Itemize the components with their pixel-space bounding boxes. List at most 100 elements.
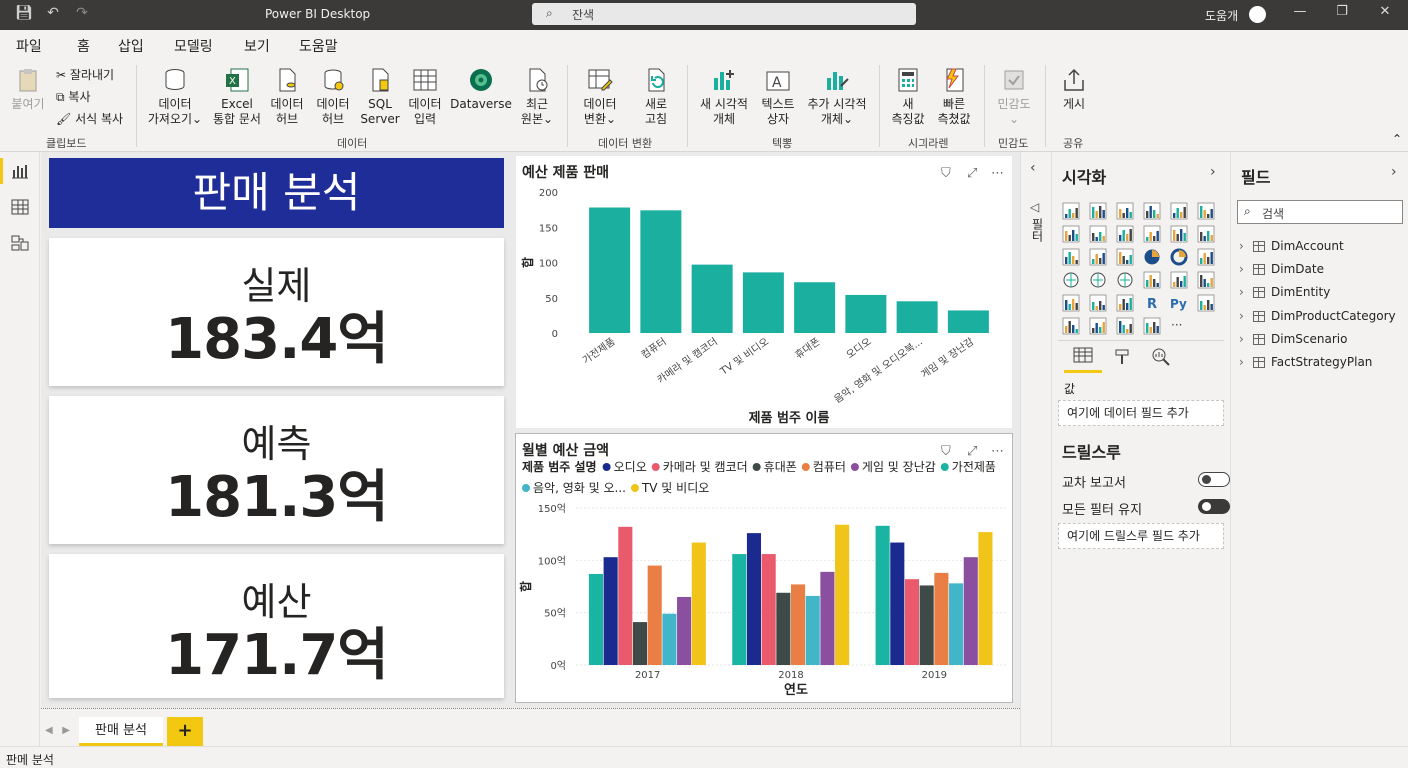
refresh-button[interactable]: 새로 고침 (636, 66, 676, 127)
bar[interactable] (776, 592, 791, 665)
gauge-icon[interactable] (1116, 271, 1134, 289)
legend-item[interactable]: 게임 및 장난감 (862, 460, 936, 474)
stacked-column-icon[interactable] (1089, 202, 1107, 220)
bar[interactable] (647, 565, 662, 665)
user-name[interactable]: 도움개 (1205, 7, 1238, 24)
textbox-button[interactable]: A 텍스트 상자 (757, 66, 799, 127)
bar[interactable] (732, 554, 747, 665)
filters-pane-collapsed[interactable]: ‹ ◁ 필터 (1020, 152, 1050, 746)
table-icon[interactable] (1089, 294, 1107, 312)
kpi-icon[interactable] (1197, 271, 1215, 289)
donut-icon[interactable] (1170, 248, 1188, 266)
line-icon[interactable] (1062, 225, 1080, 243)
sql-server-button[interactable]: SQL Server (360, 66, 400, 127)
report-view-icon[interactable] (10, 162, 30, 180)
bar[interactable] (761, 554, 776, 665)
menu-insert[interactable]: 삽입 (118, 36, 144, 56)
more-visuals-button[interactable]: 추가 시각적 개체⌄ (802, 66, 872, 127)
bar[interactable] (904, 579, 920, 665)
format-painter-button[interactable]: 🖌︎ 서식 복사 (56, 110, 123, 127)
map-icon[interactable] (1062, 271, 1080, 289)
smart-narrative-icon[interactable] (1089, 317, 1107, 335)
bar[interactable] (618, 526, 633, 665)
analytics-icon[interactable] (1150, 346, 1172, 366)
enter-data-button[interactable]: 데이터 입력 (405, 66, 445, 127)
bar[interactable] (603, 557, 618, 665)
focus-mode-icon[interactable]: ⤢ (967, 444, 977, 459)
line-column-icon[interactable] (1143, 225, 1161, 243)
paginated-icon[interactable] (1116, 317, 1134, 335)
bar[interactable] (742, 272, 784, 333)
filter-icon[interactable]: ⛉ (941, 444, 951, 459)
cross-report-toggle[interactable] (1198, 472, 1230, 487)
copy-button[interactable]: ⧉ 복사 (56, 88, 91, 105)
new-visual-button[interactable]: 새 시각적 개체 (694, 66, 754, 127)
legend-item[interactable]: 음악, 영화 및 오... (533, 481, 626, 495)
sensitivity-button[interactable]: 민감도 ⌄ (994, 66, 1034, 127)
filled-map-icon[interactable] (1089, 271, 1107, 289)
format-visual-icon[interactable] (1112, 346, 1134, 366)
global-search-box[interactable]: ⌕ 잔색 (532, 3, 916, 25)
bar[interactable] (820, 571, 835, 665)
qa-icon[interactable] (1062, 317, 1080, 335)
menu-view[interactable]: 보기 (244, 36, 270, 56)
ribbon-icon[interactable] (1197, 225, 1215, 243)
monthly-budget-amount-chart[interactable]: 제품 범주 설명 오디오 카메라 및 캠코더 휴대폰 컴퓨터 게임 및 장난감 가전제품 음악… (515, 433, 1013, 703)
menu-file[interactable]: 파일 (16, 36, 42, 56)
legend-item[interactable]: 휴대폰 (764, 460, 797, 474)
maximize-icon[interactable]: ❐ (1330, 4, 1354, 19)
tab-nav-arrows[interactable]: ◀ ▶ (45, 725, 70, 736)
bar[interactable] (947, 310, 989, 333)
collapse-ribbon-icon[interactable]: ⌃ (1392, 132, 1402, 146)
bar[interactable] (919, 585, 934, 665)
undo-icon[interactable]: ↶ (43, 5, 63, 21)
key-influencers-icon[interactable] (1197, 294, 1215, 312)
legend-item[interactable]: 카메라 및 캠코더 (663, 460, 748, 474)
page-tab-sales-analysis[interactable]: 판매 분석 (79, 717, 163, 747)
table-view-icon[interactable] (10, 198, 30, 216)
bar[interactable] (746, 533, 762, 665)
bar[interactable] (845, 294, 887, 333)
bar[interactable] (588, 573, 603, 665)
waterfall-icon[interactable] (1062, 248, 1080, 266)
collapse-pane-icon[interactable]: › (1391, 164, 1397, 180)
bar[interactable] (589, 207, 631, 333)
get-data-button[interactable]: 데이터 가져오기⌄ (143, 66, 207, 127)
kpi-card-actual[interactable]: 실제 183.4억 (49, 238, 504, 386)
budget-product-sales-chart[interactable]: 0 50 100 150 200 합 가전제품 컴퓨터 카메라 및 캠코더 TV 및 비디오 휴대폰… (516, 156, 1012, 428)
legend-item[interactable]: 오디오 (614, 460, 647, 474)
scatter-icon[interactable] (1116, 248, 1134, 266)
publish-button[interactable]: 게시 (1054, 66, 1094, 112)
more-visuals-icon[interactable]: ··· (1170, 317, 1188, 335)
python-visual-icon[interactable]: Py (1170, 294, 1188, 312)
bar[interactable] (963, 557, 978, 665)
transform-data-button[interactable]: 데이터 변환⌄ (578, 66, 622, 127)
cut-button[interactable]: ✂ 잘라내기 (56, 66, 114, 83)
clustered-column-icon[interactable] (1143, 202, 1161, 220)
redo-icon[interactable]: ↷ (72, 5, 92, 21)
bar[interactable] (791, 584, 806, 665)
add-data-field-well[interactable]: 여기에 데이터 필드 추가 (1058, 400, 1224, 426)
add-page-button[interactable]: + (167, 717, 203, 747)
bar[interactable] (875, 525, 890, 665)
kpi-card-budget[interactable]: 예산 171.7억 (49, 554, 504, 698)
expand-filters-icon[interactable]: ‹ (1030, 160, 1036, 176)
quick-measure-button[interactable]: 빠른 측쳤값 (933, 66, 975, 127)
keep-filters-toggle[interactable] (1198, 499, 1230, 514)
fields-search-input[interactable]: ⌕ 검색 (1237, 200, 1403, 224)
clustered-bar-icon[interactable] (1116, 202, 1134, 220)
bar[interactable] (794, 282, 836, 333)
matrix-icon[interactable] (1116, 294, 1134, 312)
bar[interactable] (835, 524, 850, 665)
bar[interactable] (677, 596, 692, 665)
dataverse-button[interactable]: Dataverse (450, 66, 512, 112)
decomposition-icon[interactable] (1143, 317, 1161, 335)
bar[interactable] (934, 572, 949, 665)
legend-item[interactable]: 컴퓨터 (813, 460, 846, 474)
bar[interactable] (662, 613, 677, 665)
bar[interactable] (896, 301, 938, 333)
collapse-pane-icon[interactable]: › (1210, 164, 1216, 180)
minimize-icon[interactable]: — (1288, 4, 1312, 19)
bar[interactable] (632, 622, 648, 665)
slicer-icon[interactable] (1062, 294, 1080, 312)
